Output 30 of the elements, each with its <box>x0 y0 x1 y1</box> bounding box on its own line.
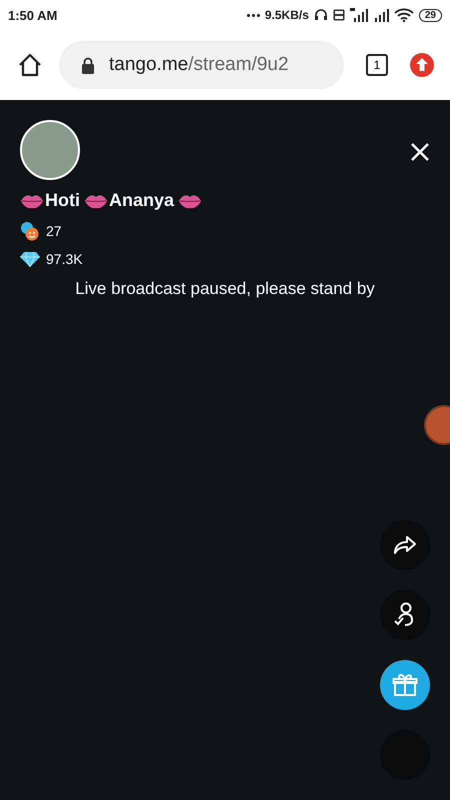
streamer-name: Hoti <box>45 190 80 211</box>
viewers-icon <box>20 221 40 241</box>
url-text: tango.me/stream/9u2 <box>109 54 289 76</box>
upload-icon[interactable] <box>410 53 434 77</box>
diamond-icon <box>20 251 40 267</box>
streamer-name: Ananya <box>109 190 174 211</box>
home-icon[interactable] <box>17 52 43 78</box>
lock-icon <box>81 56 95 74</box>
paused-message: Live broadcast paused, please stand by <box>74 279 376 299</box>
gift-icon <box>392 672 418 698</box>
status-time: 1:50 AM <box>8 8 58 22</box>
address-bar[interactable]: tango.me/stream/9u2 <box>59 41 344 89</box>
lips-icon <box>84 192 108 208</box>
follow-button[interactable] <box>380 590 430 640</box>
wifi-icon <box>394 8 414 22</box>
signal-icon <box>350 8 368 22</box>
signal-icon <box>372 8 389 22</box>
share-button[interactable] <box>380 520 430 570</box>
network-speed: 9.5KB/s <box>264 8 309 22</box>
share-icon <box>393 535 417 555</box>
battery-indicator: 29 <box>418 8 442 22</box>
lips-icon <box>178 192 202 208</box>
close-icon[interactable] <box>410 142 430 162</box>
lips-icon <box>20 192 44 208</box>
headphones-icon <box>314 8 328 22</box>
tab-count[interactable]: 1 <box>366 54 388 76</box>
viewer-count: 27 <box>46 223 62 239</box>
diamond-count: 97.3K <box>46 251 83 267</box>
more-dots-icon <box>246 14 260 16</box>
gift-button[interactable] <box>380 660 430 710</box>
